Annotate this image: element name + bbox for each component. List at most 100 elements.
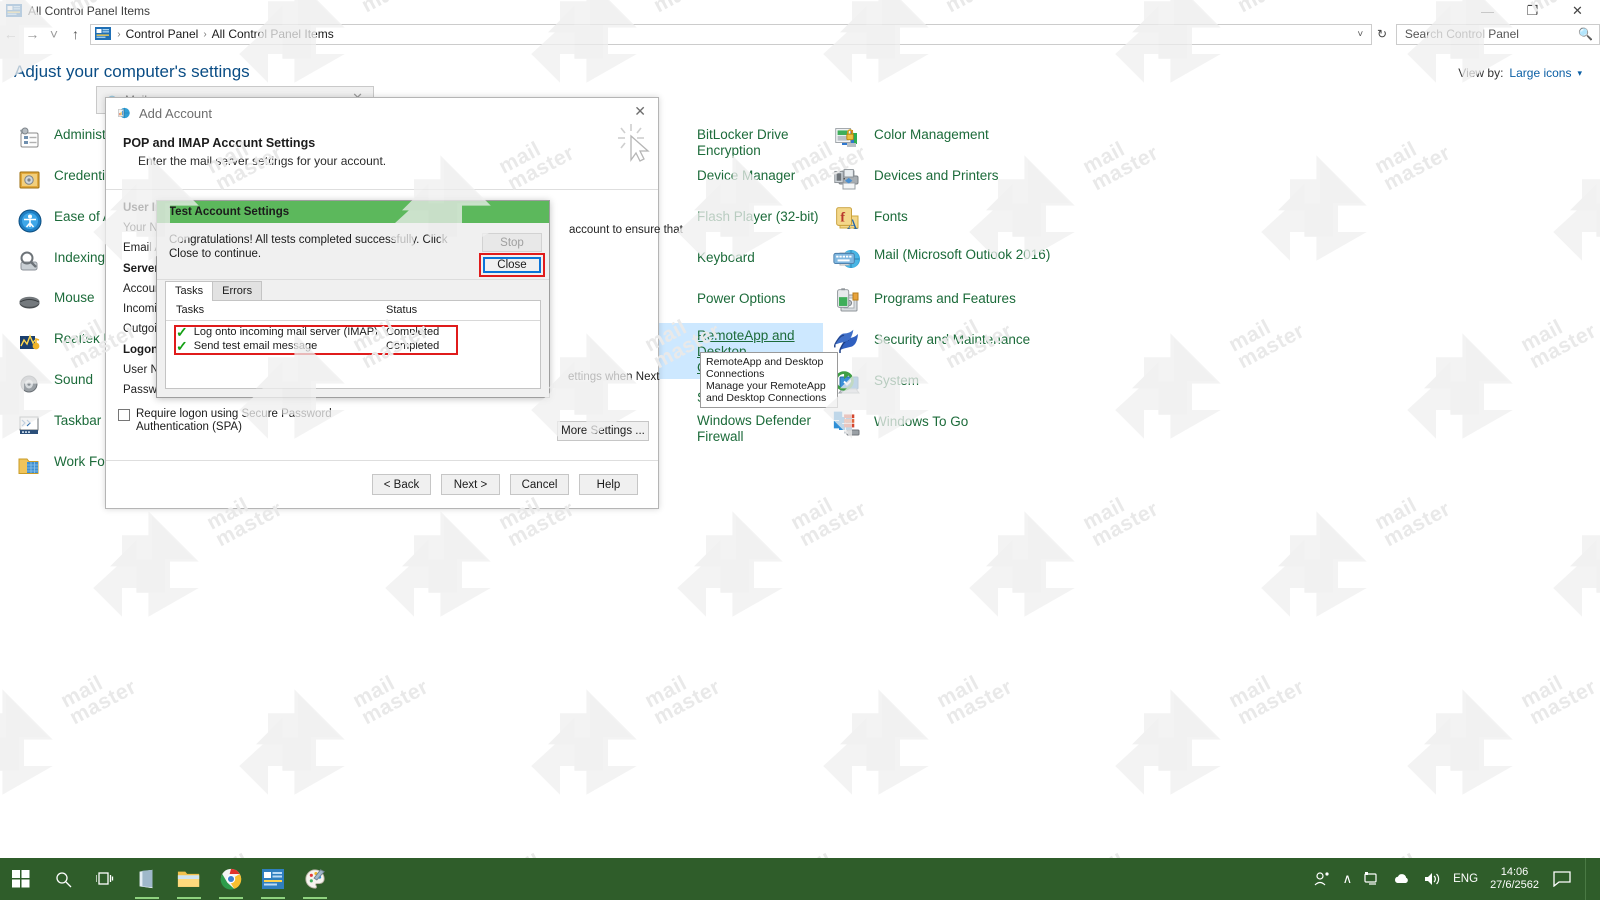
mouse-cursor-click-animation <box>617 122 655 170</box>
paint-icon[interactable] <box>294 858 336 900</box>
refresh-icon[interactable]: ↻ <box>1372 27 1392 41</box>
chevron-down-icon[interactable]: ˅ <box>1357 29 1371 40</box>
tab-tasks[interactable]: Tasks <box>165 281 214 301</box>
close-icon[interactable]: ✕ <box>634 103 646 120</box>
more-settings-button[interactable]: More Settings ... <box>557 421 649 441</box>
search-icon[interactable] <box>42 858 84 900</box>
spa-checkbox-row[interactable]: Require logon using Secure Password Auth… <box>118 408 386 434</box>
minimize-button[interactable]: — <box>1465 0 1510 22</box>
search-icon: 🔍 <box>1578 27 1593 41</box>
column-header-tasks: Tasks <box>176 304 205 316</box>
clock-time: 14:06 <box>1500 866 1529 878</box>
close-button[interactable]: ✕ <box>1555 0 1600 22</box>
cp-item-mail-microsoft-outlook[interactable]: Mail (Microsoft Outlook 2016) <box>832 242 1092 276</box>
cp-item-keyboard[interactable]: Keyboard <box>655 245 835 279</box>
cp-item-bitlocker-drive-encryption[interactable]: BitLocker Drive Encryption <box>655 122 835 162</box>
back-button[interactable]: ← <box>0 23 22 45</box>
chevron-up-icon[interactable]: ∧ <box>1343 871 1353 887</box>
work-folders-icon <box>16 452 44 480</box>
cp-item-label: Keyboard <box>697 250 755 265</box>
show-desktop-button[interactable] <box>1585 858 1592 900</box>
spa-checkbox[interactable] <box>118 409 130 421</box>
watermark: mail master <box>86 494 386 654</box>
windows-defender-firewall-icon <box>659 411 687 439</box>
add-account-header: POP and IMAP Account Settings Enter the … <box>106 128 658 190</box>
cp-item-windows-to-go[interactable]: Windows To Go <box>832 409 1092 443</box>
bitlocker-icon <box>659 125 687 153</box>
power-options-icon <box>659 289 687 317</box>
view-by-value[interactable]: Large icons <box>1509 66 1571 80</box>
forward-button[interactable]: → <box>22 23 44 45</box>
language-indicator[interactable]: ENG <box>1453 873 1478 885</box>
keyboard-icon <box>833 252 855 265</box>
address-path-field[interactable]: › Control Panel › All Control Panel Item… <box>90 23 1373 45</box>
keyboard-icon <box>659 248 687 276</box>
chevron-down-icon[interactable]: ▾ <box>1577 68 1582 79</box>
cp-item-fonts[interactable]: A Fonts <box>832 204 1092 238</box>
store-icon[interactable] <box>126 858 168 900</box>
view-by-control: View by: Large icons ▾ <box>1458 66 1582 80</box>
control-panel-icon[interactable] <box>252 858 294 900</box>
add-account-title: Add Account <box>139 105 212 121</box>
cp-item-label: Flash Player (32-bit) <box>697 209 819 224</box>
sound-icon <box>16 370 44 398</box>
chrome-icon[interactable] <box>210 858 252 900</box>
realtek-audio-icon <box>16 329 44 357</box>
clock[interactable]: 14:06 27/6/2562 <box>1490 866 1539 892</box>
recent-locations-button[interactable]: ˅ <box>43 23 65 45</box>
clock-date: 27/6/2562 <box>1490 879 1539 891</box>
maximize-button[interactable]: ❐ <box>1510 0 1555 22</box>
people-icon[interactable] <box>1313 870 1331 888</box>
watermark: mail master <box>962 494 1262 654</box>
cp-item-label: Mail (Microsoft Outlook 2016) <box>874 247 1051 262</box>
test-account-description-2: ettings when Next <box>568 371 660 383</box>
next-button[interactable]: Next > <box>441 474 500 495</box>
watermark: mail master <box>0 672 240 832</box>
close-button[interactable]: Close <box>483 257 541 273</box>
notification-icon[interactable] <box>1551 871 1573 887</box>
breadcrumb-all-control-panel-items[interactable]: All Control Panel Items <box>209 27 337 41</box>
up-button[interactable]: ↑ <box>65 23 87 45</box>
screen: All Control Panel Items — ❐ ✕ ← → ˅ ↑ › … <box>0 0 1600 900</box>
file-explorer-icon[interactable] <box>168 858 210 900</box>
cp-item-color-management[interactable]: Color Management <box>832 122 1092 156</box>
network-icon[interactable] <box>1364 871 1381 887</box>
search-placeholder: Search Control Panel <box>1404 27 1519 41</box>
cp-item-label: Mouse <box>54 290 95 305</box>
cp-item-power-options[interactable]: Power Options <box>655 286 835 320</box>
cp-item-programs-and-features[interactable]: Programs and Features <box>832 286 1092 320</box>
remoteapp-icon <box>659 326 687 354</box>
back-button[interactable]: < Back <box>372 474 431 495</box>
power-options-icon <box>837 288 850 308</box>
cp-item-windows-defender-firewall[interactable]: Windows Defender Firewall <box>655 408 835 448</box>
page-title: Adjust your computer's settings <box>14 62 250 81</box>
watermark: mail master <box>524 672 824 832</box>
bitlocker-icon <box>835 128 854 143</box>
mail-icon <box>116 105 132 121</box>
control-panel-icon <box>6 3 22 19</box>
breadcrumb-control-panel[interactable]: Control Panel <box>123 27 202 41</box>
task-view-icon[interactable] <box>84 858 126 900</box>
stop-button: Stop <box>482 233 542 252</box>
cp-item-label: System <box>874 373 920 388</box>
cancel-button[interactable]: Cancel <box>510 474 569 495</box>
remoteapp-icon <box>834 329 854 348</box>
help-button[interactable]: Help <box>579 474 638 495</box>
cp-item-label: Fonts <box>874 209 908 224</box>
mouse-icon <box>16 288 44 316</box>
close-button-highlight: Close <box>479 253 545 277</box>
cp-item-security-and-maintenance[interactable]: Security and Maintenance <box>832 327 1092 361</box>
cp-item-label: BitLocker Drive Encryption <box>697 127 789 158</box>
cp-item-label: Power Options <box>697 291 786 306</box>
window-titlebar: All Control Panel Items — ❐ ✕ <box>0 0 1600 22</box>
cp-item-devices-and-printers[interactable]: Devices and Printers <box>832 163 1092 197</box>
start-button[interactable] <box>0 858 42 900</box>
cp-item-system[interactable]: System <box>832 368 1092 402</box>
tab-errors[interactable]: Errors <box>212 281 263 301</box>
search-control-panel-input[interactable]: Search Control Panel 🔍 <box>1395 23 1600 45</box>
speaker-icon[interactable] <box>1423 871 1441 887</box>
cloud-icon[interactable] <box>1393 872 1411 886</box>
cp-item-device-manager[interactable]: Device Manager <box>655 163 835 197</box>
dialog-subheading: Enter the mail server settings for your … <box>138 154 387 168</box>
watermark: mail master <box>1546 494 1600 654</box>
